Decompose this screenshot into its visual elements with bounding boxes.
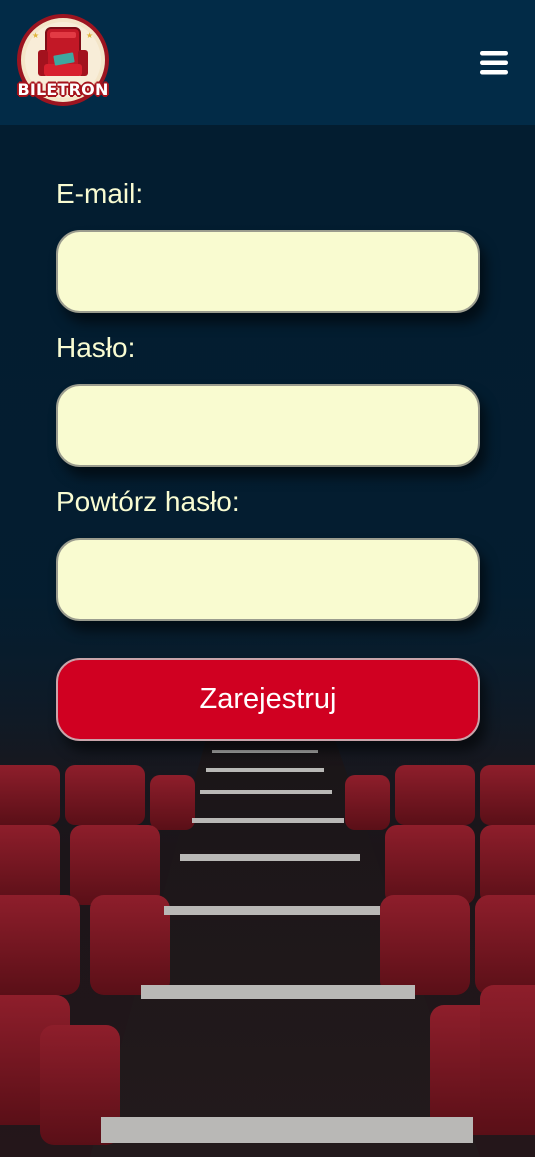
app-header: ★ ★ BILETRON (0, 0, 535, 125)
repeat-password-field[interactable] (56, 538, 480, 621)
email-field[interactable] (56, 230, 480, 313)
svg-text:★: ★ (32, 31, 39, 40)
password-field[interactable] (56, 384, 480, 467)
password-label: Hasło: (56, 332, 136, 363)
biletron-logo[interactable]: ★ ★ BILETRON (16, 14, 110, 110)
hamburger-menu-icon (480, 51, 508, 75)
register-button[interactable]: Zarejestruj (56, 658, 480, 741)
svg-text:★: ★ (86, 31, 93, 40)
menu-button[interactable] (476, 48, 512, 78)
repeat-password-label: Powtórz hasło: (56, 486, 240, 517)
email-label: E-mail: (56, 178, 144, 209)
logo-text: BILETRON (17, 80, 109, 99)
